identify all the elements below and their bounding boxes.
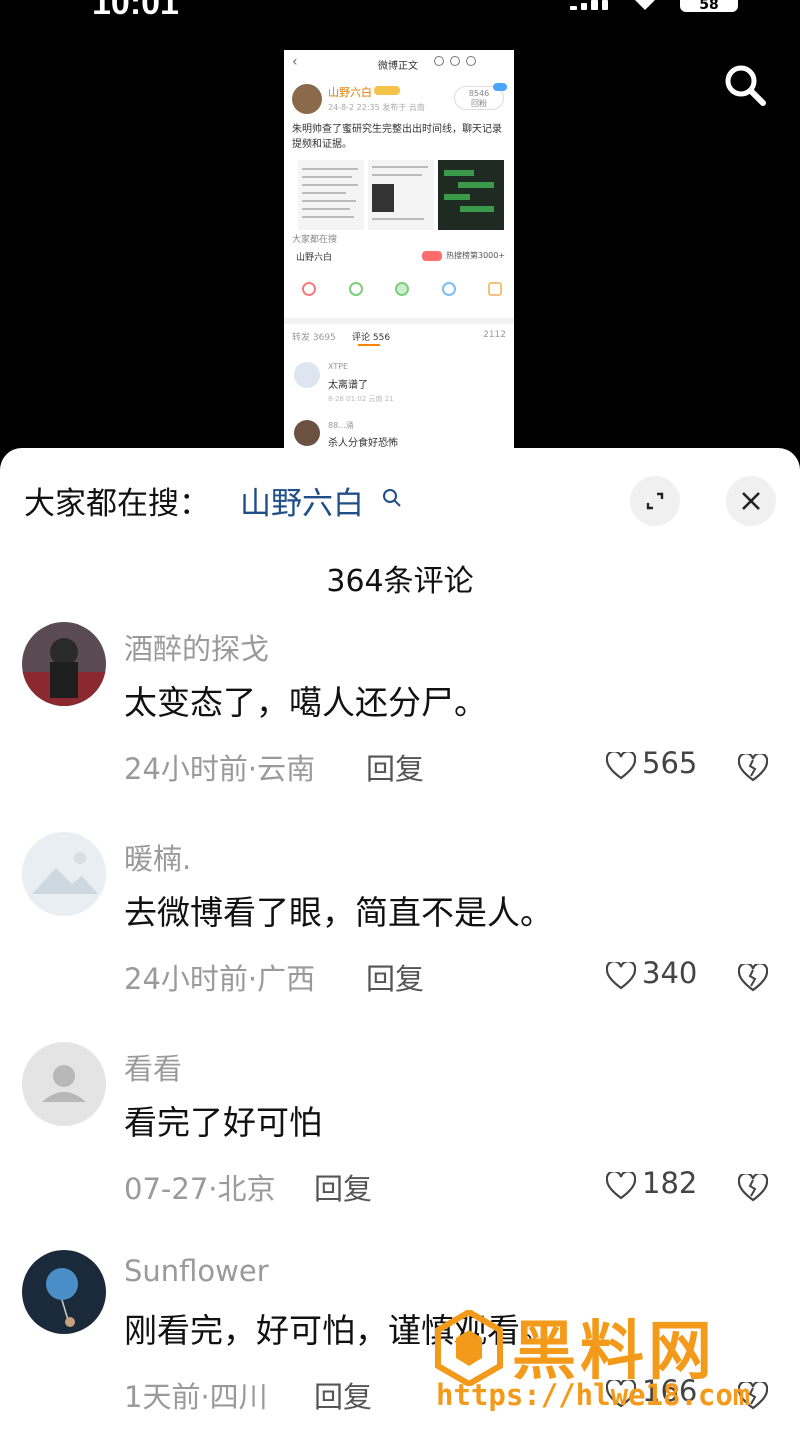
avatar[interactable]: [22, 1250, 106, 1334]
heart-icon[interactable]: [606, 1172, 636, 1200]
embedded-follow-badge: 8546 回粉: [454, 83, 507, 110]
comment-meta: 1天前·四川: [124, 1380, 268, 1414]
embedded-comment-text: 杀人分食好恐怖: [328, 438, 398, 449]
reply-button[interactable]: 回复: [314, 1374, 372, 1416]
close-button[interactable]: [726, 476, 776, 526]
embedded-post-image[interactable]: ‹ 微博正文 山野六白 24-8-2 22:35 发布于 云南 8546 回粉 …: [284, 50, 514, 450]
watermark-logo-icon: [435, 1310, 503, 1386]
comment-meta: 07-27·北京: [124, 1172, 276, 1206]
embedded-search-right: 热搜榜第3000+: [446, 251, 506, 260]
like-count: 340: [642, 956, 698, 990]
embedded-search-keyword: 山野六白: [296, 253, 333, 263]
hot-search-keyword[interactable]: 山野六白: [240, 478, 364, 523]
embedded-author-avatar: [292, 84, 322, 114]
heart-icon[interactable]: [606, 962, 636, 990]
reply-button[interactable]: 回复: [366, 956, 424, 998]
comment-username[interactable]: Sunflower: [124, 1254, 269, 1288]
reply-button[interactable]: 回复: [366, 746, 424, 788]
embedded-comment-user: XTPE: [328, 362, 349, 371]
avatar[interactable]: [22, 1042, 106, 1126]
vip-badge-icon: [374, 86, 400, 95]
comment-username[interactable]: 酒醉的探戈: [124, 626, 269, 668]
close-icon: [742, 492, 760, 510]
comment-item: 酒醉的探戈 太变态了，噶人还分尸。 24小时前·云南 回复 565: [0, 622, 800, 822]
embedded-share-icons: [302, 282, 502, 302]
signal-icon: [570, 0, 608, 10]
avatar[interactable]: [22, 622, 106, 706]
like-count: 565: [642, 746, 698, 780]
comment-text: 看完了好可怕: [124, 1103, 322, 1142]
broken-heart-icon[interactable]: [738, 1174, 768, 1202]
watermark: 黑料网 https://hlwe18.com: [434, 1300, 774, 1420]
expand-button[interactable]: [630, 476, 680, 526]
comment-meta: 24小时前·广西: [124, 962, 316, 996]
embedded-comment-avatar: [294, 362, 320, 388]
hot-search-label: 大家都在搜：: [24, 486, 210, 522]
embedded-tab-comment: 评论 556: [352, 330, 390, 346]
embedded-post-meta: 24-8-2 22:35 发布于 云南: [328, 103, 425, 112]
embedded-tab-repost: 转发 3695: [292, 333, 336, 343]
embedded-image-1: [298, 160, 364, 230]
embedded-comment-user: 88...涌: [328, 421, 354, 430]
wifi-icon: [635, 0, 655, 10]
comment-count: 364条评论: [326, 564, 474, 599]
comment-text: 去微博看了眼，简直不是人。: [124, 893, 553, 932]
embedded-header: ‹ 微博正文: [284, 50, 514, 76]
embedded-tab-like: 2112: [483, 330, 506, 340]
avatar[interactable]: [22, 832, 106, 916]
battery-level: 58: [699, 0, 719, 12]
comment-text: 太变态了，噶人还分尸。: [124, 683, 487, 722]
embedded-author-name: 山野六白: [328, 86, 372, 99]
embedded-search-row: 山野六白 热搜榜第3000+: [292, 249, 506, 265]
embedded-image-3: [438, 160, 504, 230]
comment-item: 看看 看完了好可怕 07-27·北京 回复 182: [0, 1042, 800, 1242]
reply-button[interactable]: 回复: [314, 1166, 372, 1208]
comment-username[interactable]: 看看: [124, 1046, 182, 1088]
expand-icon: [646, 492, 664, 510]
broken-heart-icon[interactable]: [738, 964, 768, 992]
embedded-comment-text: 太离谱了: [328, 380, 368, 391]
search-icon[interactable]: [380, 486, 404, 510]
broken-heart-icon[interactable]: [738, 754, 768, 782]
embedded-searching-label: 大家都在搜: [292, 235, 338, 245]
battery-icon: 58: [680, 0, 738, 12]
embedded-header-icons: [434, 56, 504, 68]
status-bar: 10:01 58: [0, 0, 800, 22]
embedded-comment-meta: 8-28 01:02 云南 21: [328, 395, 394, 403]
status-time: 10:01: [92, 0, 179, 22]
embedded-title: 微博正文: [378, 61, 418, 72]
back-icon: ‹: [292, 54, 298, 70]
search-icon[interactable]: [722, 62, 768, 108]
comment-meta: 24小时前·云南: [124, 752, 316, 786]
like-count: 182: [642, 1166, 698, 1200]
comment-item: 暖楠. 去微博看了眼，简直不是人。 24小时前·广西 回复 340: [0, 832, 800, 1032]
embedded-image-2: [368, 160, 434, 230]
heart-icon[interactable]: [606, 752, 636, 780]
embedded-post-text: 朱明帅查了蜜研究生完整出出时间线，聊天记录提频和证据。: [292, 124, 502, 150]
comment-username[interactable]: 暖楠.: [124, 836, 191, 878]
watermark-url: https://hlwe18.com: [436, 1378, 751, 1412]
comment-panel: 大家都在搜： 山野六白 364条评论 酒醉的探戈 太变态了，噶人还分尸。 24小…: [0, 448, 800, 1448]
embedded-tabs: 转发 3695 评论 556 2112: [292, 330, 506, 346]
hot-badge: [422, 251, 442, 261]
embedded-comment-avatar: [294, 420, 320, 446]
